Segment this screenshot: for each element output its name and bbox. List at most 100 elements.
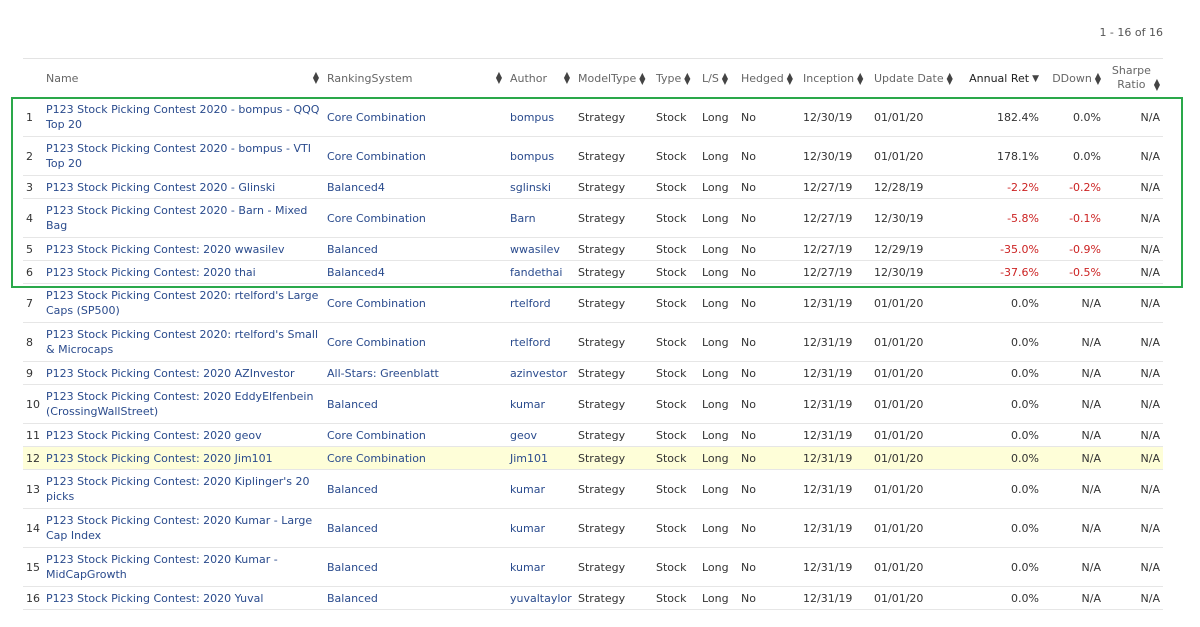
table-row[interactable]: 7 P123 Stock Picking Contest 2020: rtelfo… — [23, 283, 1163, 323]
cell-ranking-system[interactable]: Balanced4 — [324, 260, 507, 284]
table-row[interactable]: 16 P123 Stock Picking Contest: 2020 Yuval… — [23, 586, 1163, 610]
cell-drawdown: N/A — [1042, 384, 1104, 424]
table-row[interactable]: 14 P123 Stock Picking Contest: 2020 Kumar… — [23, 508, 1163, 548]
header-inception[interactable]: Inception ▲ ▼ — [800, 58, 871, 98]
cell-ranking-system[interactable]: Balanced4 — [324, 175, 507, 199]
header-update-date[interactable]: Update Date ▲ ▼ — [871, 58, 962, 98]
cell-inception: 12/31/19 — [800, 361, 871, 385]
cell-ranking-system[interactable]: All-Stars: Greenblatt — [324, 361, 507, 385]
cell-ranking-system[interactable]: Balanced — [324, 384, 507, 424]
cell-author[interactable]: azinvestor — [507, 361, 575, 385]
cell-model-name[interactable]: P123 Stock Picking Contest 2020 - bompus… — [43, 136, 324, 176]
cell-model-name[interactable]: P123 Stock Picking Contest: 2020 thai — [43, 260, 324, 284]
table-row[interactable]: 15 P123 Stock Picking Contest: 2020 Kumar… — [23, 547, 1163, 587]
cell-inception: 12/27/19 — [800, 198, 871, 238]
cell-ranking-system[interactable]: Core Combination — [324, 446, 507, 470]
cell-model-name[interactable]: P123 Stock Picking Contest: 2020 Yuval — [43, 586, 324, 610]
cell-model-name[interactable]: P123 Stock Picking Contest: 2020 wwasile… — [43, 237, 324, 261]
cell-hedged: No — [738, 97, 800, 137]
header-index — [23, 58, 43, 98]
header-name[interactable]: Name ▲ ▼ — [43, 58, 324, 98]
cell-author[interactable]: geov — [507, 423, 575, 447]
cell-model-name[interactable]: P123 Stock Picking Contest: 2020 Kumar -… — [43, 547, 324, 587]
cell-index: 16 — [23, 586, 43, 610]
cell-drawdown: -0.1% — [1042, 198, 1104, 238]
table-row[interactable]: 10 P123 Stock Picking Contest: 2020 EddyE… — [23, 384, 1163, 424]
cell-ranking-system[interactable]: Core Combination — [324, 322, 507, 362]
table-row[interactable]: 8 P123 Stock Picking Contest 2020: rtelfo… — [23, 322, 1163, 362]
cell-author[interactable]: Barn — [507, 198, 575, 238]
cell-model-name[interactable]: P123 Stock Picking Contest: 2020 AZInves… — [43, 361, 324, 385]
cell-author[interactable]: rtelford — [507, 322, 575, 362]
cell-ranking-system[interactable]: Balanced — [324, 586, 507, 610]
cell-model-name[interactable]: P123 Stock Picking Contest: 2020 Jim101 — [43, 446, 324, 470]
header-drawdown[interactable]: DDown ▲ ▼ — [1042, 58, 1104, 98]
cell-author[interactable]: bompus — [507, 97, 575, 137]
cell-ranking-system[interactable]: Core Combination — [324, 97, 507, 137]
cell-ranking-system[interactable]: Core Combination — [324, 423, 507, 447]
header-author[interactable]: Author ▲ ▼ — [507, 58, 575, 98]
cell-author[interactable]: Jim101 — [507, 446, 575, 470]
header-annual-return[interactable]: Annual Ret ▼ — [962, 58, 1042, 98]
cell-author[interactable]: sglinski — [507, 175, 575, 199]
cell-model-name[interactable]: P123 Stock Picking Contest 2020: rtelfor… — [43, 322, 324, 362]
table-row[interactable]: 4 P123 Stock Picking Contest 2020 - Barn … — [23, 198, 1163, 238]
cell-update-date: 01/01/20 — [871, 283, 962, 323]
cell-author[interactable]: yuvaltaylor — [507, 586, 575, 610]
header-type[interactable]: Type ▲ ▼ — [653, 58, 699, 98]
header-ddown-label: DDown — [1052, 71, 1092, 85]
cell-model-name[interactable]: P123 Stock Picking Contest: 2020 geov — [43, 423, 324, 447]
cell-type: Stock — [653, 361, 699, 385]
models-table: Name ▲ ▼ RankingSystem ▲ ▼ Author ▲ ▼ ModelTyp… — [23, 58, 1163, 610]
sort-icon: ▲ ▼ — [1153, 77, 1160, 92]
cell-ranking-system[interactable]: Core Combination — [324, 283, 507, 323]
cell-author[interactable]: rtelford — [507, 283, 575, 323]
table-row[interactable]: 12 P123 Stock Picking Contest: 2020 Jim10… — [23, 446, 1163, 470]
cell-update-date: 01/01/20 — [871, 446, 962, 470]
cell-ranking-system[interactable]: Core Combination — [324, 198, 507, 238]
cell-author[interactable]: kumar — [507, 547, 575, 587]
header-sharpe-line1: Sharpe — [1111, 64, 1151, 77]
cell-ranking-system[interactable]: Balanced — [324, 469, 507, 509]
header-ranking-system[interactable]: RankingSystem ▲ ▼ — [324, 58, 507, 98]
table-row[interactable]: 9 P123 Stock Picking Contest: 2020 AZInve… — [23, 361, 1163, 385]
cell-annual-return: 0.0% — [962, 322, 1042, 362]
table-row[interactable]: 6 P123 Stock Picking Contest: 2020 thai Ba… — [23, 260, 1163, 284]
cell-author[interactable]: kumar — [507, 384, 575, 424]
table-row[interactable]: 3 P123 Stock Picking Contest 2020 - Glins… — [23, 175, 1163, 199]
cell-ranking-system[interactable]: Balanced — [324, 508, 507, 548]
cell-author[interactable]: bompus — [507, 136, 575, 176]
cell-model-name[interactable]: P123 Stock Picking Contest: 2020 Kumar -… — [43, 508, 324, 548]
cell-model-name[interactable]: P123 Stock Picking Contest 2020 - Glinsk… — [43, 175, 324, 199]
table-row[interactable]: 1 P123 Stock Picking Contest 2020 - bompu… — [23, 97, 1163, 137]
header-type-label: Type — [656, 71, 682, 85]
cell-model-name[interactable]: P123 Stock Picking Contest 2020 - bompus… — [43, 97, 324, 137]
cell-model-name[interactable]: P123 Stock Picking Contest: 2020 EddyElf… — [43, 384, 324, 424]
cell-author[interactable]: kumar — [507, 469, 575, 509]
cell-index: 13 — [23, 469, 43, 509]
cell-hedged: No — [738, 508, 800, 548]
cell-model-type: Strategy — [575, 136, 653, 176]
header-hedged[interactable]: Hedged ▲ ▼ — [738, 58, 800, 98]
header-long-short[interactable]: L/S ▲ ▼ — [699, 58, 738, 98]
table-row[interactable]: 11 P123 Stock Picking Contest: 2020 geov C… — [23, 423, 1163, 447]
table-row[interactable]: 13 P123 Stock Picking Contest: 2020 Kipli… — [23, 469, 1163, 509]
cell-ranking-system[interactable]: Balanced — [324, 547, 507, 587]
cell-model-name[interactable]: P123 Stock Picking Contest 2020: rtelfor… — [43, 283, 324, 323]
header-sharpe-ratio[interactable]: Sharpe Ratio ▲ ▼ — [1104, 58, 1163, 98]
cell-model-name[interactable]: P123 Stock Picking Contest 2020 - Barn -… — [43, 198, 324, 238]
sort-icon: ▲ ▼ — [563, 69, 570, 85]
cell-hedged: No — [738, 136, 800, 176]
cell-author[interactable]: fandethai — [507, 260, 575, 284]
cell-update-date: 01/01/20 — [871, 547, 962, 587]
table-row[interactable]: 5 P123 Stock Picking Contest: 2020 wwasil… — [23, 237, 1163, 261]
table-row[interactable]: 2 P123 Stock Picking Contest 2020 - bompu… — [23, 136, 1163, 176]
cell-ranking-system[interactable]: Core Combination — [324, 136, 507, 176]
cell-author[interactable]: wwasilev — [507, 237, 575, 261]
cell-author[interactable]: kumar — [507, 508, 575, 548]
cell-ranking-system[interactable]: Balanced — [324, 237, 507, 261]
cell-model-name[interactable]: P123 Stock Picking Contest: 2020 Kipling… — [43, 469, 324, 509]
cell-long-short: Long — [699, 586, 738, 610]
cell-update-date: 01/01/20 — [871, 423, 962, 447]
header-model-type[interactable]: ModelType ▲ ▼ — [575, 58, 653, 98]
